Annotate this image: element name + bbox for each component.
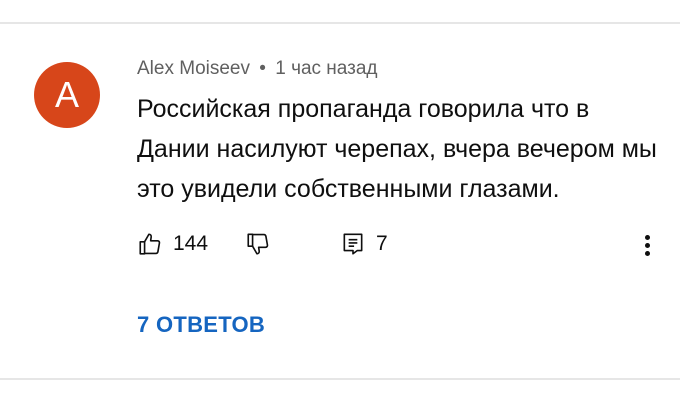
comment-actions: 144 7: [137, 224, 657, 264]
comment-time: 1 час назад: [275, 58, 378, 79]
comment-page: A Alex Moiseev • 1 час назад Российская …: [0, 0, 680, 410]
bottom-divider: [0, 378, 680, 380]
reply-button[interactable]: 7: [340, 224, 388, 264]
author-name[interactable]: Alex Moiseev: [137, 58, 250, 79]
dislike-button[interactable]: [245, 224, 271, 264]
like-count: 144: [173, 232, 209, 255]
comment-meta: Alex Moiseev • 1 час назад: [137, 58, 378, 80]
thumbs-down-icon: [245, 231, 271, 257]
top-divider: [0, 22, 680, 24]
comment-text: Российская пропаганда говорила что в Дан…: [137, 95, 657, 203]
like-button[interactable]: 144: [137, 224, 208, 264]
comment-icon: [340, 231, 366, 257]
reply-count: 7: [376, 232, 388, 255]
thumbs-up-icon: [137, 231, 163, 257]
avatar[interactable]: A: [34, 62, 100, 128]
meta-separator: •: [259, 58, 266, 79]
more-options-button[interactable]: [635, 228, 659, 260]
view-replies-link[interactable]: 7 ОТВЕТОВ: [137, 312, 265, 338]
